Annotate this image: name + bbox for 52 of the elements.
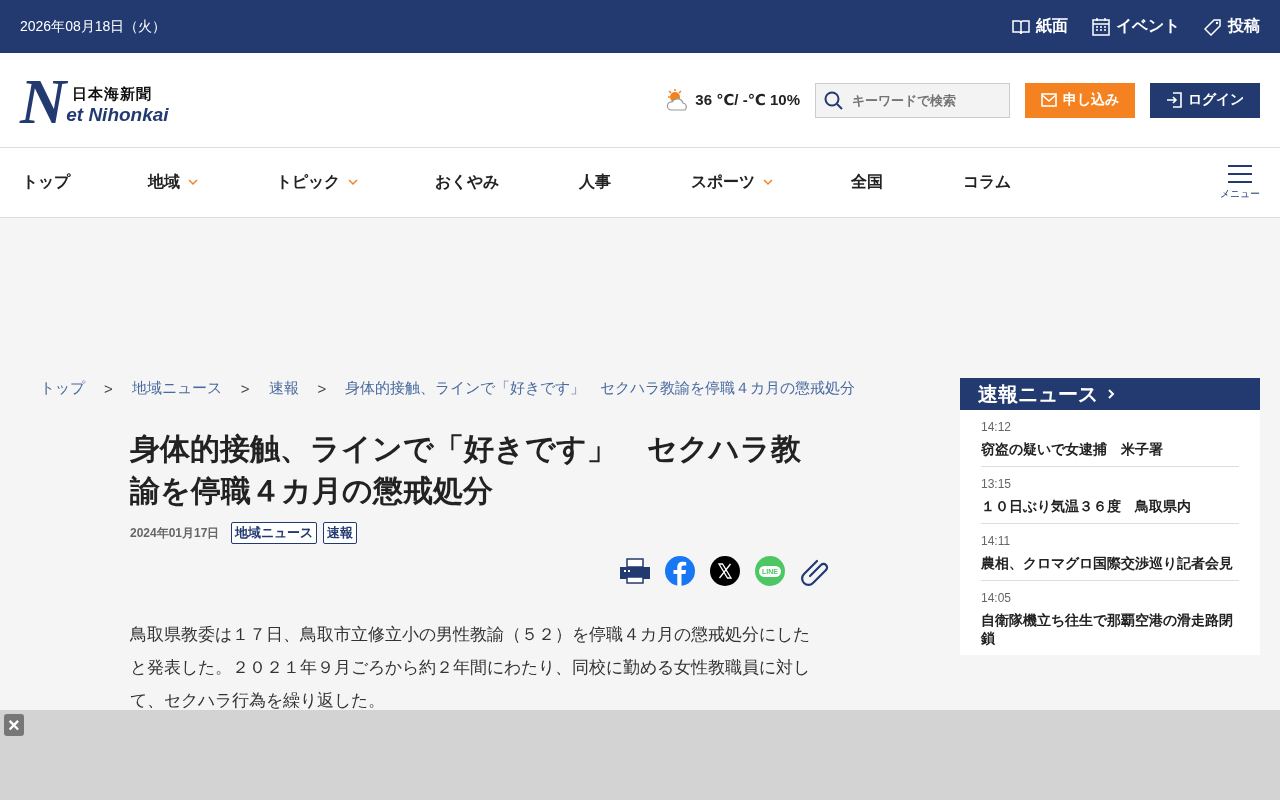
article-title: 身体的接触、ラインで「好きです」 セクハラ教諭を停職４カ月の懲戒処分 [130, 431, 802, 509]
nav-item[interactable]: 全国 [851, 172, 963, 193]
news-headline-link[interactable]: 窃盗の疑いで女逮捕 米子署 [981, 440, 1239, 458]
nav-item[interactable]: コラム [963, 172, 1011, 193]
breadcrumb-link[interactable]: トップ [40, 378, 85, 398]
x-icon[interactable] [710, 556, 740, 586]
date-text: 2026年08月18日（火） [20, 17, 167, 36]
weather-text: 36 ℃/ -℃ 10% [695, 91, 800, 109]
breadcrumb-link[interactable]: 身体的接触、ラインで「好きです」 セクハラ教諭を停職４カ月の懲戒処分 [345, 378, 856, 398]
search-icon [824, 90, 844, 111]
nav-item[interactable]: スポーツ [691, 172, 851, 193]
breadcrumb-separator: > [317, 379, 327, 397]
tag-icon [1204, 17, 1222, 36]
login-button[interactable]: ログイン [1150, 82, 1260, 118]
breadcrumb-separator: > [104, 379, 113, 397]
top-link[interactable]: 紙面 [1012, 16, 1068, 37]
nav-item[interactable]: 人事 [579, 172, 691, 193]
article-date: 2024年01月17日 [130, 524, 220, 542]
print-icon[interactable] [620, 558, 650, 584]
nav-item[interactable]: トップ [22, 172, 148, 193]
news-headline-link[interactable]: 自衛隊機立ち往生で那覇空港の滑走路閉鎖 [981, 611, 1239, 647]
category-tag[interactable]: 速報 [323, 522, 358, 544]
chevron-right-icon [1108, 389, 1115, 399]
top-link[interactable]: イベント [1092, 16, 1180, 37]
category-tag[interactable]: 地域ニュース [231, 522, 318, 544]
news-headline-link[interactable]: １０日ぶり気温３６度 鳥取県内 [981, 497, 1239, 515]
breaking-news-heading[interactable]: 速報ニュース [960, 378, 1260, 410]
chevron-down-icon [763, 179, 773, 186]
news-time: 14:11 [981, 534, 1012, 548]
menu-button[interactable]: メニュー [1220, 164, 1260, 201]
mail-icon [1041, 93, 1057, 107]
top-link[interactable]: 投稿 [1204, 16, 1260, 37]
facebook-icon[interactable] [665, 556, 695, 586]
news-time: 13:15 [981, 477, 1013, 491]
close-button[interactable]: × [4, 714, 24, 736]
chevron-down-icon [348, 179, 358, 186]
menu-icon [1228, 164, 1252, 183]
news-time: 14:12 [981, 420, 1013, 434]
nav-item[interactable]: おくやみ [435, 172, 579, 193]
nav-item[interactable]: 地域 [148, 172, 276, 193]
calendar-icon [1092, 17, 1110, 36]
breadcrumb-link[interactable]: 地域ニュース [131, 378, 222, 398]
news-time: 14:05 [981, 591, 1013, 605]
search-field[interactable]: キーワードで検索 [815, 82, 1010, 118]
breadcrumb-separator: > [240, 379, 250, 397]
article-body: 鳥取県教委は１７日、鳥取市立修立小の男性教諭（５２）を停職４カ月の懲戒処分にしたと発表した。２０２１年９月ごろから約２年間にわたり、同校に勤める女性教職員に対して、セクハラ行為を繰り返した。 [130, 624, 811, 712]
nav-item[interactable]: トピック [276, 172, 435, 193]
book-icon [1012, 18, 1030, 35]
login-icon [1166, 92, 1182, 108]
news-headline-link[interactable]: 農相、クロマグロ国際交渉巡り記者会見 [981, 554, 1239, 572]
breadcrumb-link[interactable]: 速報 [268, 378, 299, 398]
chevron-down-icon [188, 179, 198, 186]
